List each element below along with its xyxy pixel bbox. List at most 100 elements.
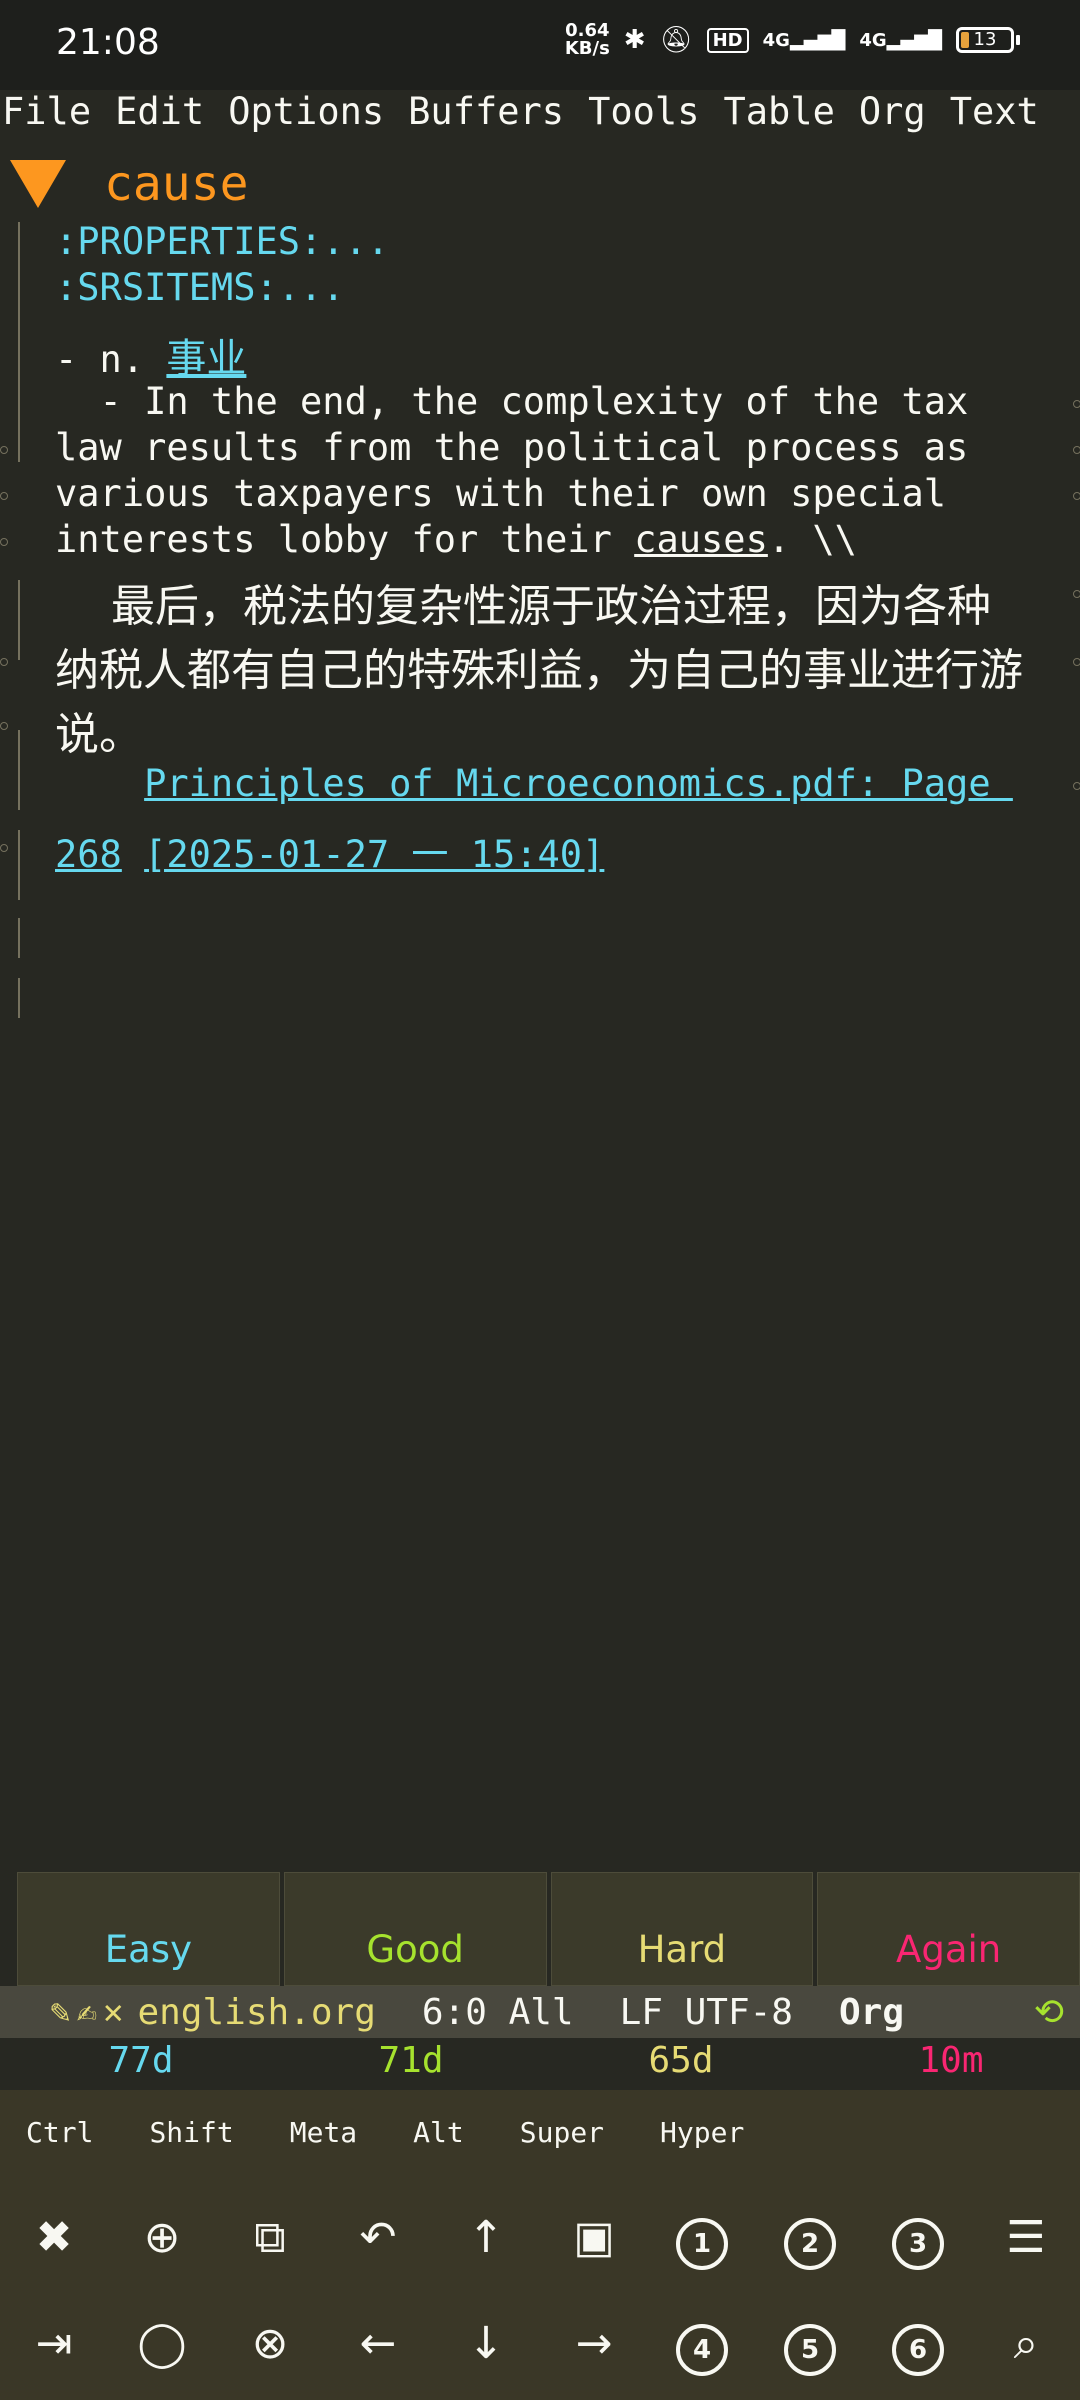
encoding[interactable]: LF UTF-8 bbox=[620, 1992, 793, 2033]
menu-text[interactable]: Text bbox=[950, 90, 1039, 134]
example-line: - In the end, the complexity of the tax bbox=[55, 380, 969, 423]
battery-icon: 13 bbox=[956, 27, 1020, 53]
menu-table[interactable]: Table bbox=[723, 90, 834, 134]
arrow-up-icon[interactable]: ↑ bbox=[432, 2212, 540, 2270]
again-interval: 10m bbox=[918, 2040, 984, 2081]
menu-options[interactable]: Options bbox=[228, 90, 384, 134]
translation-line: 说。 bbox=[55, 709, 143, 760]
bluetooth-icon: ✱ bbox=[623, 25, 646, 55]
fold-triangle-icon[interactable] bbox=[10, 160, 66, 208]
timestamp-link[interactable]: [2025-01-27 一 15:40] bbox=[144, 833, 604, 876]
arrow-left-icon[interactable]: ← bbox=[324, 2318, 432, 2376]
mode-line: ✎ ✍ ✕ english.org 6:0 All LF UTF-8 Org ⟲ bbox=[0, 1986, 1080, 2038]
source-link[interactable]: Principles of Microeconomics.pdf: Page bbox=[144, 762, 1013, 805]
srs-rating-buttons: Easy Good Hard Again bbox=[17, 1872, 1080, 1986]
signal-icon: 4G▂▄▆█ bbox=[762, 29, 846, 51]
definition-line: - n. 事业 bbox=[55, 336, 247, 382]
menu-bar: File Edit Options Buffers Tools Table Or… bbox=[0, 90, 1080, 134]
meta-key[interactable]: Meta bbox=[290, 2116, 357, 2149]
wrap-indicator bbox=[0, 844, 8, 852]
circle-icon[interactable]: ◯ bbox=[108, 2318, 216, 2376]
readonly-icon: ✕ bbox=[102, 1992, 124, 2032]
super-key[interactable]: Super bbox=[520, 2116, 604, 2149]
key-3[interactable]: 3 bbox=[864, 2212, 972, 2270]
search-icon[interactable]: ⌕ bbox=[972, 2318, 1080, 2376]
indent-bar bbox=[18, 222, 20, 462]
menu-buffers[interactable]: Buffers bbox=[408, 90, 564, 134]
wrap-indicator bbox=[0, 446, 8, 454]
cancel-circle-icon[interactable]: ⊗ bbox=[216, 2318, 324, 2376]
example-line: interests lobby for their causes. \\ bbox=[55, 518, 857, 561]
arrow-down-icon[interactable]: ↓ bbox=[432, 2318, 540, 2376]
example-line: law results from the political process a… bbox=[55, 426, 969, 469]
key-row-1: ✖ ⊕ ⧉ ↶ ↑ ▣ 1 2 3 ☰ bbox=[0, 2212, 1080, 2270]
easy-interval: 77d bbox=[108, 2040, 174, 2081]
mute-icon: 🔕︎ bbox=[659, 25, 693, 55]
copy-icon[interactable]: ⧉ bbox=[216, 2212, 324, 2270]
hd-voice-icon: HD bbox=[706, 27, 749, 53]
add-circle-icon[interactable]: ⊕ bbox=[108, 2212, 216, 2270]
indent-bar bbox=[18, 830, 20, 900]
translation-line: 最后，税法的复杂性源于政治过程，因为各种 bbox=[55, 581, 991, 632]
indent-bar bbox=[18, 730, 20, 810]
shift-key[interactable]: Shift bbox=[149, 2116, 233, 2149]
modified-icon: ✍ bbox=[76, 1992, 97, 2032]
srsitems-drawer[interactable]: :SRSITEMS:... bbox=[55, 266, 345, 309]
signal-icon-2: 4G▂▄▆█ bbox=[859, 29, 942, 51]
key-5[interactable]: 5 bbox=[756, 2318, 864, 2376]
page-link[interactable]: 268 bbox=[55, 833, 122, 876]
menu-tools[interactable]: Tools bbox=[588, 90, 699, 134]
menu-org[interactable]: Org bbox=[859, 90, 926, 134]
vc-sync-icon[interactable]: ⟲ bbox=[1034, 1992, 1064, 2033]
underlined-word: causes bbox=[634, 518, 768, 561]
wrap-indicator bbox=[1073, 492, 1080, 500]
editor-buffer[interactable]: cause :PROPERTIES:... :SRSITEMS:... - n.… bbox=[0, 150, 1080, 1870]
undo-icon[interactable]: ↶ bbox=[324, 2212, 432, 2270]
wrap-indicator bbox=[0, 722, 8, 730]
ctrl-key[interactable]: Ctrl bbox=[26, 2116, 93, 2149]
menu-edit[interactable]: Edit bbox=[115, 90, 204, 134]
key-4[interactable]: 4 bbox=[648, 2318, 756, 2376]
alt-key[interactable]: Alt bbox=[413, 2116, 464, 2149]
srs-intervals: 77d 71d 65d 10m bbox=[0, 2040, 1080, 2090]
properties-drawer[interactable]: :PROPERTIES:... bbox=[55, 220, 389, 263]
save-icon[interactable]: ▣ bbox=[540, 2212, 648, 2270]
wrap-indicator bbox=[0, 538, 8, 546]
net-speed: 0.64 KB/s bbox=[564, 20, 610, 59]
wrap-indicator bbox=[1073, 782, 1080, 790]
good-button[interactable]: Good bbox=[283, 1872, 547, 1986]
modifier-row: Ctrl Shift Meta Alt Super Hyper bbox=[26, 2116, 744, 2149]
key-2[interactable]: 2 bbox=[756, 2212, 864, 2270]
hard-button[interactable]: Hard bbox=[550, 1872, 814, 1986]
wrap-indicator bbox=[1073, 446, 1080, 454]
tab-icon[interactable]: ⇥ bbox=[0, 2318, 108, 2376]
translation-line: 纳税人都有自己的特殊利益，为自己的事业进行游 bbox=[55, 645, 1023, 696]
hyper-key[interactable]: Hyper bbox=[660, 2116, 744, 2149]
indent-bar bbox=[18, 918, 20, 958]
wrap-indicator bbox=[0, 492, 8, 500]
clock: 21:08 bbox=[56, 22, 160, 63]
close-icon[interactable]: ✖ bbox=[0, 2212, 108, 2270]
menu-file[interactable]: File bbox=[2, 90, 91, 134]
mode-line-icons: ✎ ✍ ✕ bbox=[50, 1992, 123, 2032]
cursor-position: 6:0 All bbox=[421, 1991, 574, 2033]
status-bar: 21:08 0.64 KB/s ✱ 🔕︎ HD 4G▂▄▆█ 4G▂▄▆█ 13 bbox=[0, 0, 1080, 90]
wrap-indicator bbox=[1073, 658, 1080, 666]
extra-keys-panel: Ctrl Shift Meta Alt Super Hyper ✖ ⊕ ⧉ ↶ … bbox=[0, 2090, 1080, 2400]
source-line-2: 268 [2025-01-27 一 15:40] bbox=[55, 824, 604, 878]
major-mode[interactable]: Org bbox=[839, 1992, 904, 2033]
good-interval: 71d bbox=[378, 2040, 444, 2081]
indent-bar bbox=[18, 580, 20, 660]
key-6[interactable]: 6 bbox=[864, 2318, 972, 2376]
definition-link[interactable]: 事业 bbox=[166, 336, 246, 382]
buffer-name[interactable]: english.org bbox=[137, 1992, 375, 2033]
again-button[interactable]: Again bbox=[817, 1872, 1080, 1986]
key-row-2: ⇥ ◯ ⊗ ← ↓ → 4 5 6 ⌕ bbox=[0, 2318, 1080, 2376]
indent-bar bbox=[18, 978, 20, 1018]
menu-icon[interactable]: ☰ bbox=[972, 2212, 1080, 2270]
key-1[interactable]: 1 bbox=[648, 2212, 756, 2270]
arrow-right-icon[interactable]: → bbox=[540, 2318, 648, 2376]
easy-button[interactable]: Easy bbox=[17, 1872, 280, 1986]
org-heading[interactable]: cause bbox=[10, 154, 249, 214]
example-line: various taxpayers with their own special bbox=[55, 472, 947, 515]
